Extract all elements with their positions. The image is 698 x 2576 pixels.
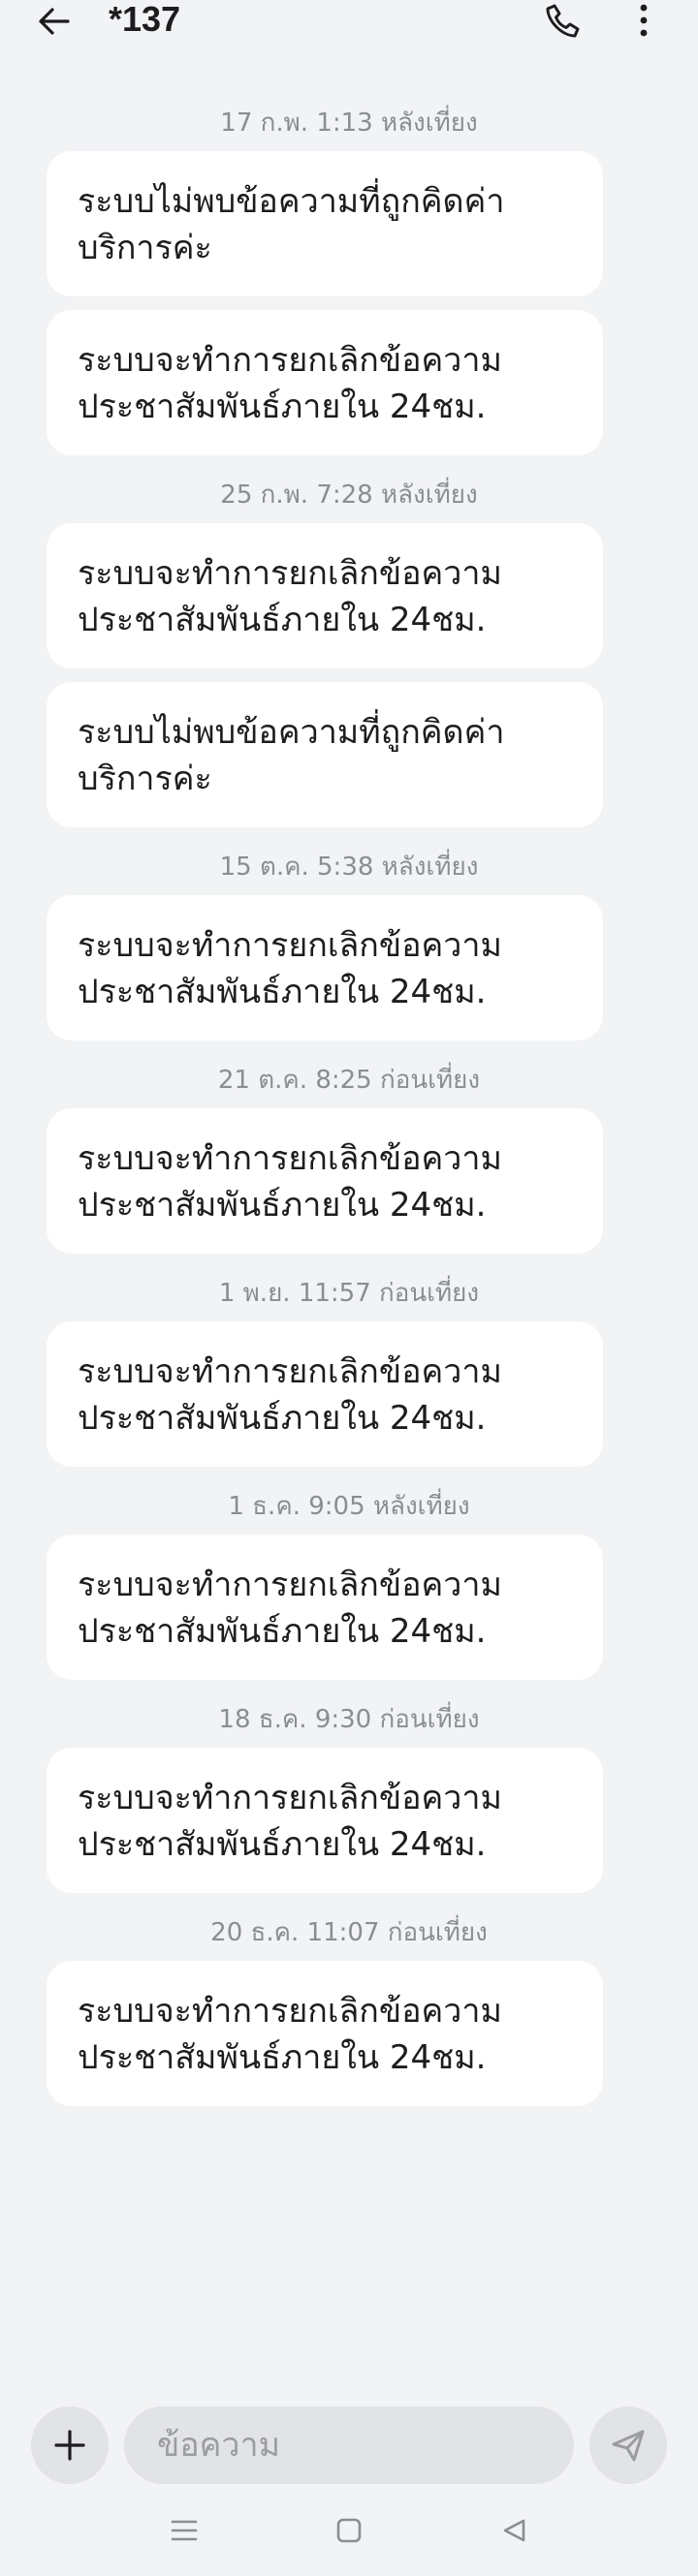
nav-home-button[interactable] xyxy=(322,2505,376,2556)
message-group: 1 ธ.ค. 9:05 หลังเที่ยงระบบจะทำการยกเลิกข… xyxy=(0,1490,698,1680)
message-group: 15 ต.ค. 5:38 หลังเที่ยงระบบจะทำการยกเลิก… xyxy=(0,851,698,1040)
message-bubble[interactable]: ระบบจะทำการยกเลิกข้อความประชาสัมพันธ์ภาย… xyxy=(47,1748,603,1893)
date-separator: 17 ก.พ. 1:13 หลังเที่ยง xyxy=(220,109,478,138)
send-button[interactable] xyxy=(589,2406,667,2484)
message-bubble[interactable]: ระบบไม่พบข้อความที่ถูกคิดค่าบริการค่ะ xyxy=(47,682,603,827)
home-square-icon xyxy=(336,2518,362,2543)
conversation-title: *137 xyxy=(109,0,181,39)
date-separator: 15 ต.ค. 5:38 หลังเที่ยง xyxy=(219,853,479,882)
message-bubble[interactable]: ระบบจะทำการยกเลิกข้อความประชาสัมพันธ์ภาย… xyxy=(47,895,603,1040)
message-bubble[interactable]: ระบบจะทำการยกเลิกข้อความประชาสัมพันธ์ภาย… xyxy=(47,523,603,668)
message-group: 25 ก.พ. 7:28 หลังเที่ยงระบบจะทำการยกเลิก… xyxy=(0,479,698,827)
plus-icon xyxy=(54,2430,85,2461)
date-separator: 25 ก.พ. 7:28 หลังเที่ยง xyxy=(220,481,478,510)
back-triangle-icon xyxy=(503,2519,525,2542)
message-group: 17 ก.พ. 1:13 หลังเที่ยงระบบไม่พบข้อความท… xyxy=(0,107,698,455)
more-vert-icon xyxy=(640,4,648,37)
composer-bar: ข้อความ xyxy=(0,2375,698,2484)
message-bubble[interactable]: ระบบไม่พบข้อความที่ถูกคิดค่าบริการค่ะ xyxy=(47,151,603,296)
message-bubble[interactable]: ระบบจะทำการยกเลิกข้อความประชาสัมพันธ์ภาย… xyxy=(47,1108,603,1254)
date-separator: 21 ต.ค. 8:25 ก่อนเที่ยง xyxy=(217,1066,481,1095)
system-navigation-bar xyxy=(0,2484,698,2576)
message-bubble[interactable]: ระบบจะทำการยกเลิกข้อความประชาสัมพันธ์ภาย… xyxy=(47,1535,603,1680)
message-thread[interactable]: 17 ก.พ. 1:13 หลังเที่ยงระบบไม่พบข้อความท… xyxy=(0,107,698,2106)
date-separator: 1 ธ.ค. 9:05 หลังเที่ยง xyxy=(228,1492,470,1521)
more-options-button[interactable] xyxy=(620,0,667,43)
nav-back-button[interactable] xyxy=(487,2505,541,2556)
message-bubble[interactable]: ระบบจะทำการยกเลิกข้อความประชาสัมพันธ์ภาย… xyxy=(47,1961,603,2106)
message-group: 1 พ.ย. 11:57 ก่อนเที่ยงระบบจะทำการยกเลิก… xyxy=(0,1277,698,1467)
date-separator: 1 พ.ย. 11:57 ก่อนเที่ยง xyxy=(218,1279,480,1308)
message-group: 20 ธ.ค. 11:07 ก่อนเที่ยงระบบจะทำการยกเลิ… xyxy=(0,1916,698,2106)
top-app-bar: *137 xyxy=(0,0,698,43)
call-button[interactable] xyxy=(539,0,586,43)
send-icon xyxy=(612,2430,645,2462)
phone-icon xyxy=(546,4,580,38)
date-separator: 20 ธ.ค. 11:07 ก่อนเที่ยง xyxy=(210,1918,488,1947)
attach-button[interactable] xyxy=(31,2406,109,2484)
date-separator: 18 ธ.ค. 9:30 ก่อนเที่ยง xyxy=(218,1705,480,1734)
message-group: 18 ธ.ค. 9:30 ก่อนเที่ยงระบบจะทำการยกเลิก… xyxy=(0,1703,698,1893)
message-group: 21 ต.ค. 8:25 ก่อนเที่ยงระบบจะทำการยกเลิก… xyxy=(0,1064,698,1254)
nav-menu-button[interactable] xyxy=(157,2505,211,2556)
message-bubble[interactable]: ระบบจะทำการยกเลิกข้อความประชาสัมพันธ์ภาย… xyxy=(47,310,603,455)
menu-icon xyxy=(171,2520,198,2541)
back-button[interactable] xyxy=(31,0,78,43)
message-bubble[interactable]: ระบบจะทำการยกเลิกข้อความประชาสัมพันธ์ภาย… xyxy=(47,1321,603,1467)
message-input[interactable]: ข้อความ xyxy=(124,2406,574,2484)
back-arrow-icon xyxy=(39,8,70,35)
